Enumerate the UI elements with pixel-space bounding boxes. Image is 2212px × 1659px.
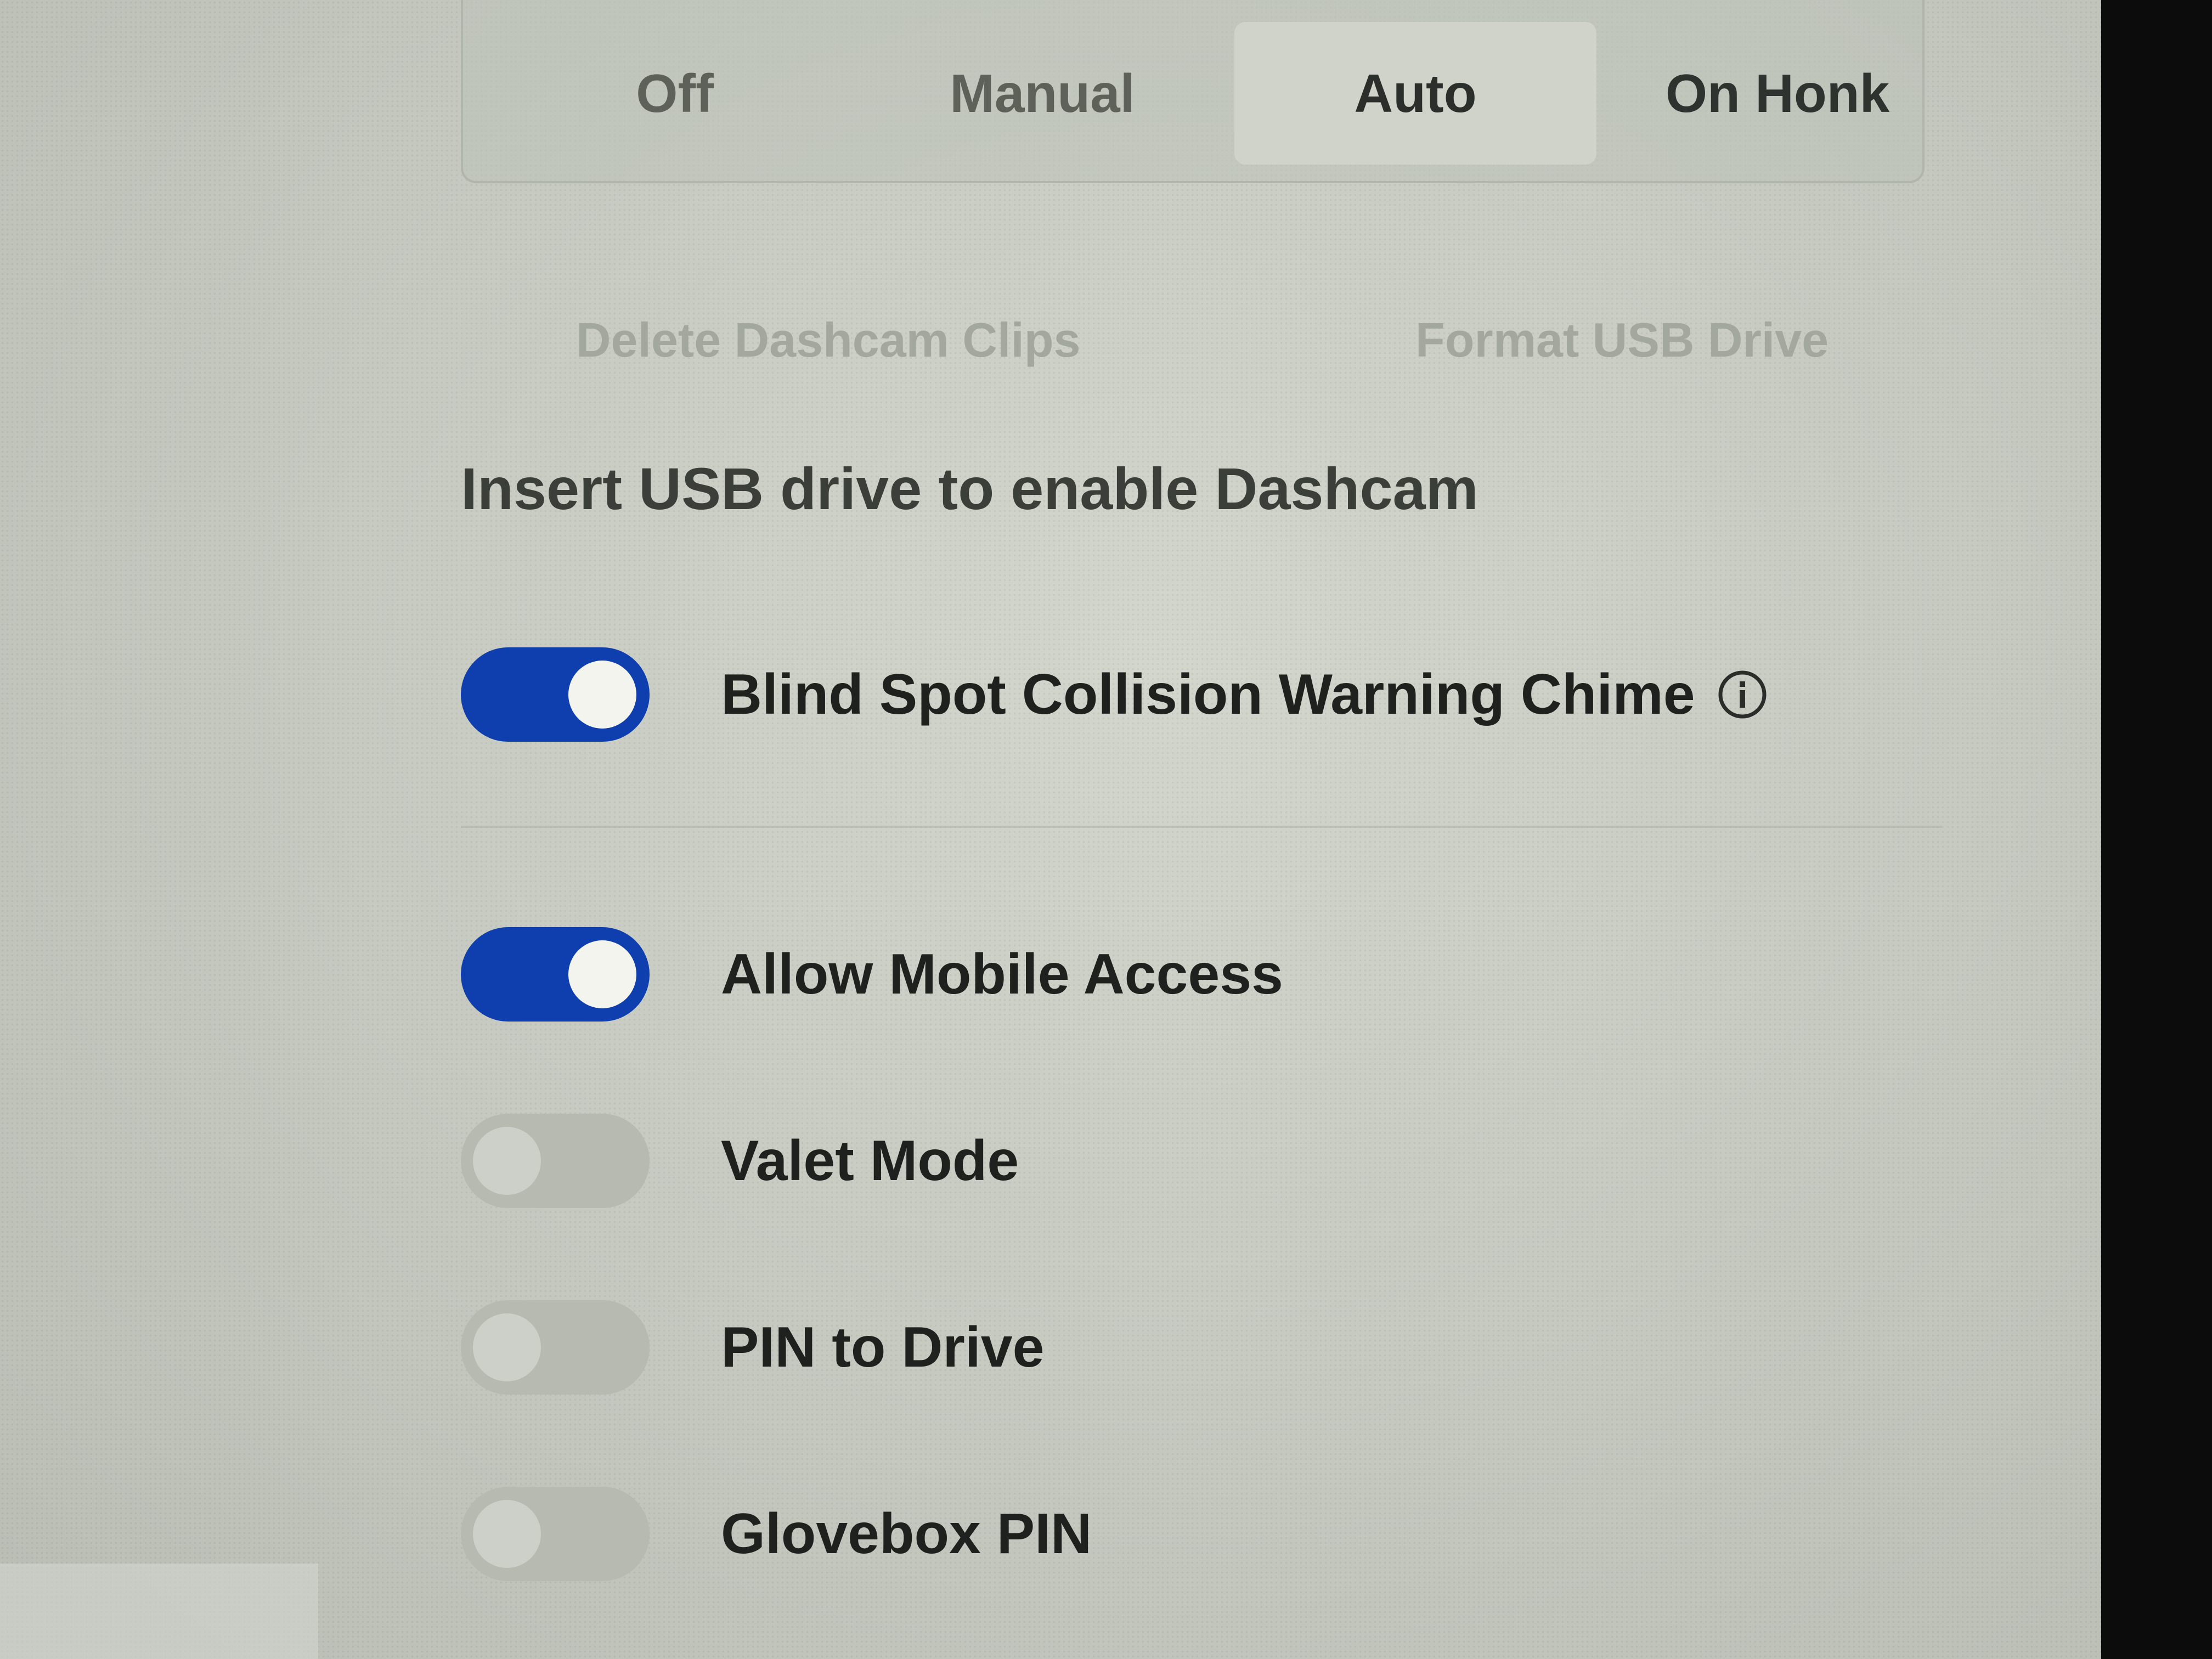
- toggle-knob: [568, 661, 636, 729]
- pin-to-drive-toggle[interactable]: [461, 1300, 650, 1395]
- dashcam-mode-auto-button[interactable]: Auto: [1234, 22, 1596, 165]
- pin-to-drive-label: PIN to Drive: [721, 1315, 1045, 1379]
- format-usb-drive-button[interactable]: Format USB Drive: [1415, 307, 1829, 373]
- mobile-access-label: Allow Mobile Access: [721, 942, 1283, 1006]
- delete-dashcam-clips-button[interactable]: Delete Dashcam Clips: [576, 307, 1114, 373]
- blind-spot-chime-toggle[interactable]: [461, 647, 650, 742]
- usb-notice-text: Insert USB drive to enable Dashcam: [461, 455, 1479, 522]
- glovebox-pin-label: Glovebox PIN: [721, 1502, 1092, 1566]
- setting-row-blind-spot-chime: Blind Spot Collision Warning Chime: [461, 647, 1887, 746]
- screen: [0, 0, 2101, 1659]
- setting-row-valet-mode: Valet Mode: [461, 1114, 1887, 1212]
- valet-mode-label: Valet Mode: [721, 1128, 1019, 1193]
- toggle-knob: [473, 1127, 541, 1195]
- info-icon[interactable]: [1717, 669, 1768, 720]
- glovebox-pin-toggle[interactable]: [461, 1487, 650, 1581]
- blind-spot-chime-label: Blind Spot Collision Warning Chime: [721, 662, 1695, 726]
- toggle-knob: [473, 1313, 541, 1381]
- setting-row-glovebox-pin: Glovebox PIN: [461, 1487, 1887, 1585]
- valet-mode-toggle[interactable]: [461, 1114, 650, 1208]
- toggle-knob: [473, 1500, 541, 1568]
- dashcam-mode-on-honk-button[interactable]: On Honk: [1624, 22, 1931, 165]
- section-divider: [461, 826, 1942, 828]
- screen-glare: [0, 1564, 318, 1659]
- dashcam-mode-off-button[interactable]: Off: [582, 22, 768, 165]
- setting-row-pin-to-drive: PIN to Drive: [461, 1300, 1887, 1399]
- toggle-knob: [568, 940, 636, 1008]
- dashcam-mode-manual-button[interactable]: Manual: [889, 22, 1196, 165]
- setting-row-mobile-access: Allow Mobile Access: [461, 927, 1887, 1026]
- mobile-access-toggle[interactable]: [461, 927, 650, 1022]
- screen-bezel: [2101, 0, 2212, 1659]
